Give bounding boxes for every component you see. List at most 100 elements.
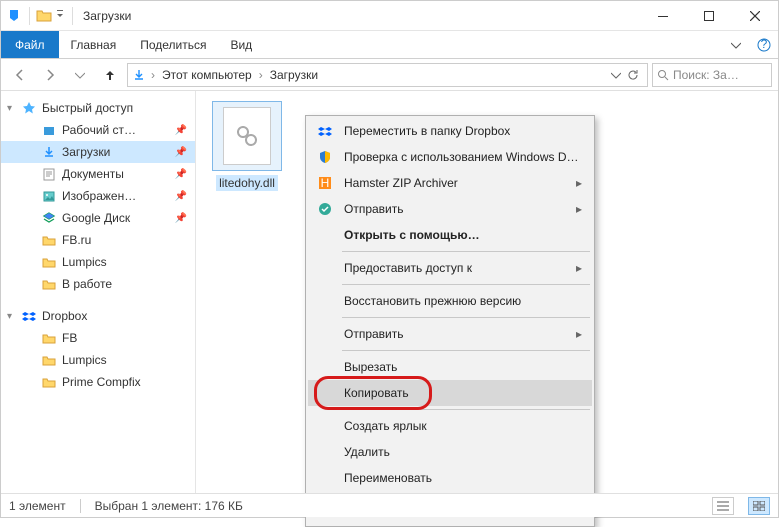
maximize-button[interactable] <box>686 1 732 31</box>
history-dropdown-icon[interactable] <box>611 70 621 80</box>
blank-icon <box>316 417 334 435</box>
sidebar-item[interactable]: Рабочий ст…📌 <box>1 119 195 141</box>
pin-icon: 📌 <box>175 169 187 180</box>
pin-icon: 📌 <box>175 191 187 202</box>
tab-share[interactable]: Поделиться <box>128 31 218 58</box>
item-icon <box>41 210 57 226</box>
blank-icon <box>316 226 334 244</box>
pin-icon: 📌 <box>175 125 187 136</box>
blank-icon <box>316 358 334 376</box>
minimize-button[interactable] <box>640 1 686 31</box>
folder-icon <box>41 374 57 390</box>
sidebar-item[interactable]: Google Диск 📌 <box>1 207 195 229</box>
menu-item-label: Создать ярлык <box>344 419 582 433</box>
sidebar-dropbox[interactable]: ▾ Dropbox <box>1 305 195 327</box>
item-icon <box>41 232 57 248</box>
star-icon <box>21 100 37 116</box>
sidebar-item-label: Dropbox <box>42 309 87 323</box>
item-icon <box>41 122 57 138</box>
context-menu-item[interactable]: Удалить <box>308 439 592 465</box>
sidebar-item-label: Google Диск <box>62 211 130 225</box>
menu-item-label: Проверка с использованием Windows Defend… <box>344 150 582 164</box>
file-name: litedohy.dll <box>216 175 278 191</box>
file-tab[interactable]: Файл <box>1 31 59 58</box>
search-input[interactable]: Поиск: За… <box>652 63 772 87</box>
item-icon <box>41 276 57 292</box>
qat-down-icon[interactable] <box>7 8 23 24</box>
submenu-arrow-icon: ▸ <box>576 176 582 190</box>
shield-icon <box>316 148 334 166</box>
nav-back-button[interactable] <box>7 62 33 88</box>
help-button[interactable]: ? <box>750 31 778 58</box>
sidebar-item[interactable]: Документы 📌 <box>1 163 195 185</box>
search-placeholder: Поиск: За… <box>673 68 739 82</box>
context-menu: Переместить в папку Dropbox Проверка с ис… <box>305 115 595 527</box>
ribbon-tabs: Файл Главная Поделиться Вид ? <box>1 31 778 59</box>
blank-icon <box>316 325 334 343</box>
submenu-arrow-icon: ▸ <box>576 261 582 275</box>
menu-separator <box>342 251 590 252</box>
dropbox-icon <box>21 308 37 324</box>
item-icon <box>41 166 57 182</box>
sidebar-item[interactable]: FB <box>1 327 195 349</box>
menu-separator <box>342 284 590 285</box>
context-menu-item[interactable]: Открыть с помощью… <box>308 222 592 248</box>
qat-dropdown-icon[interactable] <box>56 8 66 24</box>
sidebar-item[interactable]: Prime Compfix <box>1 371 195 393</box>
close-button[interactable] <box>732 1 778 31</box>
sidebar-item[interactable]: В работе <box>1 273 195 295</box>
tab-home[interactable]: Главная <box>59 31 129 58</box>
sidebar-item-label: Lumpics <box>62 255 107 269</box>
context-menu-item[interactable]: Переместить в папку Dropbox <box>308 118 592 144</box>
context-menu-item[interactable]: Восстановить прежнюю версию <box>308 288 592 314</box>
context-menu-item[interactable]: Предоставить доступ к ▸ <box>308 255 592 281</box>
breadcrumb-current[interactable]: Загрузки <box>268 68 320 82</box>
address-bar[interactable]: › Этот компьютер › Загрузки <box>127 63 648 87</box>
sidebar-item-label: Быстрый доступ <box>42 101 133 115</box>
pin-icon: 📌 <box>175 213 187 224</box>
breadcrumb-root[interactable]: Этот компьютер <box>160 68 254 82</box>
nav-up-button[interactable] <box>97 62 123 88</box>
sidebar-item[interactable]: FB.ru <box>1 229 195 251</box>
view-icons-button[interactable] <box>748 497 770 515</box>
context-menu-item[interactable]: Проверка с использованием Windows Defend… <box>308 144 592 170</box>
menu-item-label: Предоставить доступ к <box>344 261 566 275</box>
sidebar-item[interactable]: Загрузки📌 <box>1 141 195 163</box>
menu-item-label: Восстановить прежнюю версию <box>344 294 582 308</box>
sidebar-item[interactable]: Lumpics <box>1 349 195 371</box>
view-details-button[interactable] <box>712 497 734 515</box>
collapse-icon[interactable]: ▾ <box>7 103 12 114</box>
item-icon <box>41 188 57 204</box>
context-menu-item[interactable]: Переименовать <box>308 465 592 491</box>
sidebar-item-label: Prime Compfix <box>62 375 141 389</box>
nav-forward-button[interactable] <box>37 62 63 88</box>
menu-item-label: Отправить <box>344 327 566 341</box>
sidebar-item-label: Документы <box>62 167 124 181</box>
status-count: 1 элемент <box>9 499 66 513</box>
pin-icon: 📌 <box>175 147 187 158</box>
ribbon-expand-button[interactable] <box>722 31 750 58</box>
sidebar-item[interactable]: Изображен…📌 <box>1 185 195 207</box>
nav-recent-button[interactable] <box>67 62 93 88</box>
tab-view[interactable]: Вид <box>218 31 264 58</box>
file-item[interactable]: litedohy.dll <box>206 101 288 191</box>
context-menu-item[interactable]: Вырезать <box>308 354 592 380</box>
refresh-button[interactable] <box>627 69 639 81</box>
item-icon <box>41 144 57 160</box>
blank-icon <box>316 469 334 487</box>
context-menu-item[interactable]: HHamster ZIP Archiver▸ <box>308 170 592 196</box>
submenu-arrow-icon: ▸ <box>576 202 582 216</box>
context-menu-item[interactable]: Создать ярлык <box>308 413 592 439</box>
context-menu-item[interactable]: Отправить▸ <box>308 196 592 222</box>
collapse-icon[interactable]: ▾ <box>7 311 12 322</box>
dropbox-icon <box>316 122 334 140</box>
chevron-right-icon[interactable]: › <box>148 68 158 82</box>
folder-icon[interactable] <box>36 8 52 24</box>
context-menu-item[interactable]: Копировать <box>308 380 592 406</box>
chevron-right-icon[interactable]: › <box>256 68 266 82</box>
downloads-icon <box>132 68 146 82</box>
sidebar-quick-access[interactable]: ▾ Быстрый доступ <box>1 97 195 119</box>
separator <box>29 7 30 25</box>
context-menu-item[interactable]: Отправить▸ <box>308 321 592 347</box>
sidebar-item[interactable]: Lumpics <box>1 251 195 273</box>
